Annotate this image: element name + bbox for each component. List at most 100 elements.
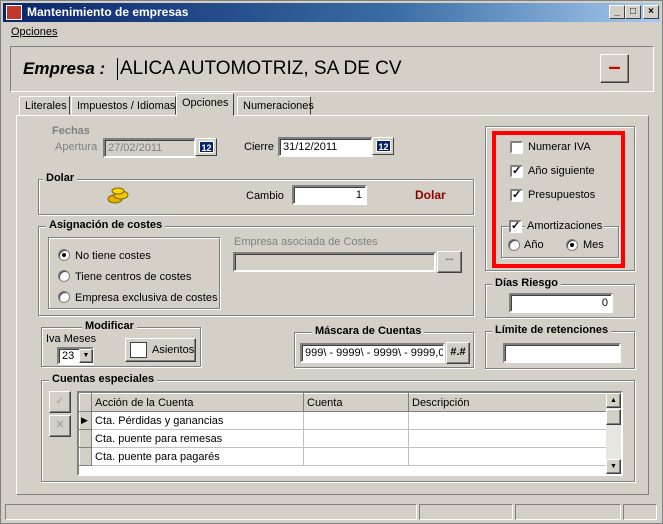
table-row[interactable]: Cta. puente para pagarés [79,447,607,466]
numerar-iva-label: Numerar IVA [528,141,591,153]
cambio-label: Cambio [246,190,284,202]
empresa-label: Empresa : [23,59,106,78]
cierre-input[interactable]: 31/12/2011 [278,137,373,157]
limite-input[interactable] [503,343,621,363]
app-icon [6,5,22,20]
coins-icon [106,186,132,206]
table-row[interactable]: Cta. puente para remesas [79,429,607,448]
dias-riesgo-title: Días Riesgo [492,277,561,289]
empresa-asociada-label: Empresa asociada de Costes [234,236,378,248]
cell-accion[interactable]: Cta. Pérdidas y ganancias [91,411,304,430]
remove-empresa-button[interactable]: – [600,54,629,83]
vertical-scrollbar[interactable]: ▲ ▼ [606,393,621,474]
calendar-icon: 12 [199,141,214,153]
cambio-input[interactable]: 1 [292,185,367,205]
cell-descripcion[interactable] [408,447,607,466]
limite-title: Límite de retenciones [492,324,612,336]
iva-meses-label: Iva Meses [46,333,97,345]
anio-siguiente-label: Año siguiente [528,165,595,177]
cuentas-grid: Acción de la Cuenta Cuenta Descripción ▶… [77,391,623,476]
tab-numeraciones[interactable]: Numeraciones [237,96,314,115]
lookup-icon: ꟷ [445,255,454,266]
numerar-iva-checkbox[interactable] [510,141,523,154]
chevron-down-icon[interactable]: ▼ [79,349,93,363]
asientos-label: Asientos [152,344,195,356]
cell-cuenta[interactable] [303,429,409,448]
row-indicator [79,447,92,466]
table-header-row: Acción de la Cuenta Cuenta Descripción [79,393,607,412]
window-title: Mantenimiento de empresas [27,5,189,19]
cell-descripcion[interactable] [408,411,607,430]
menu-opciones[interactable]: Opciones [11,26,57,38]
radio-centros-costes[interactable] [58,270,70,282]
cierre-calendar-button[interactable]: 12 [372,137,394,155]
status-panel-4 [623,504,657,520]
fechas-title: Fechas [49,125,93,137]
document-icon [130,342,147,358]
maximize-button[interactable]: □ [625,5,641,19]
anio-siguiente-checkbox[interactable]: ✓ [510,165,523,178]
close-button[interactable]: × [643,5,659,19]
title-bar[interactable]: Mantenimiento de empresas _ [3,3,660,22]
col-accion-header[interactable]: Acción de la Cuenta [91,393,304,412]
modificar-title: Modificar [82,320,137,332]
row-indicator-header [79,393,92,412]
radio-no-tiene-costes[interactable] [58,249,70,261]
radio-mes[interactable] [566,239,578,251]
cancel-icon[interactable]: ✕ [49,415,71,437]
cell-accion[interactable]: Cta. puente para remesas [91,429,304,448]
status-bar [3,502,660,522]
radio-anio[interactable] [508,239,520,251]
tab-literales[interactable]: Literales [19,96,70,115]
scroll-thumb[interactable] [606,409,621,425]
dolar-title: Dolar [43,172,78,184]
table-row[interactable]: ▶ Cta. Pérdidas y ganancias [79,411,607,430]
mascara-format-button[interactable]: #.# [446,342,470,364]
presupuestos-label: Presupuestos [528,189,596,201]
mascara-input[interactable]: 999\ - 9999\ - 9999\ - 9999,0 [300,343,445,363]
cell-cuenta[interactable] [303,447,409,466]
status-panel-3 [515,504,621,520]
calendar-icon: 12 [376,140,391,152]
empresa-asociada-input[interactable] [233,252,436,272]
empresa-name[interactable]: ALICA AUTOMOTRIZ, SA DE CV [117,58,402,80]
row-indicator-icon: ▶ [79,411,92,430]
tab-opciones[interactable]: Opciones [176,93,234,116]
presupuestos-checkbox[interactable]: ✓ [510,189,523,202]
empresa-asociada-lookup-button[interactable]: ꟷ [437,251,462,273]
col-descripcion-header[interactable]: Descripción [408,393,607,412]
empresa-panel: Empresa : ALICA AUTOMOTRIZ, SA DE CV – [10,46,654,92]
no-tiene-costes-label: No tiene costes [75,250,151,262]
amortizaciones-checkbox[interactable]: ✓ [509,220,522,233]
dolar-currency-label: Dolar [415,188,446,202]
dias-riesgo-input[interactable]: 0 [509,293,613,313]
col-cuenta-header[interactable]: Cuenta [303,393,409,412]
mes-label: Mes [583,239,604,251]
scroll-up-icon[interactable]: ▲ [606,393,621,408]
anio-label: Año [524,239,544,251]
cell-descripcion[interactable] [408,429,607,448]
scroll-down-icon[interactable]: ▼ [606,459,621,474]
amortizaciones-label: Amortizaciones [525,220,605,232]
apertura-label: Apertura [55,141,98,153]
apertura-calendar-button[interactable]: 12 [195,138,217,156]
radio-exclusiva-costes[interactable] [58,291,70,303]
cuentas-table: Acción de la Cuenta Cuenta Descripción ▶… [79,393,607,466]
mascara-title: Máscara de Cuentas [312,325,425,337]
cuentas-title: Cuentas especiales [49,373,158,385]
iva-meses-value: 23 [62,350,75,362]
main-window: Mantenimiento de empresas _ _ □ × Opcion… [0,0,663,524]
confirm-icon[interactable]: ✓ [49,391,71,413]
centros-costes-label: Tiene centros de costes [75,271,192,283]
exclusiva-costes-label: Empresa exclusiva de costes [75,292,218,304]
apertura-input[interactable]: 27/02/2011 [103,138,196,158]
costes-title: Asignación de costes [46,219,166,231]
minimize-button-alt[interactable]: _ [609,5,625,19]
status-panel-2 [419,504,513,520]
cell-accion[interactable]: Cta. puente para pagarés [91,447,304,466]
cell-cuenta[interactable] [303,411,409,430]
cierre-label: Cierre [244,141,274,153]
asientos-button[interactable]: Asientos [125,338,196,362]
status-panel-1 [5,504,417,520]
tab-impuestos-idiomas[interactable]: Impuestos / Idiomas [71,96,176,115]
